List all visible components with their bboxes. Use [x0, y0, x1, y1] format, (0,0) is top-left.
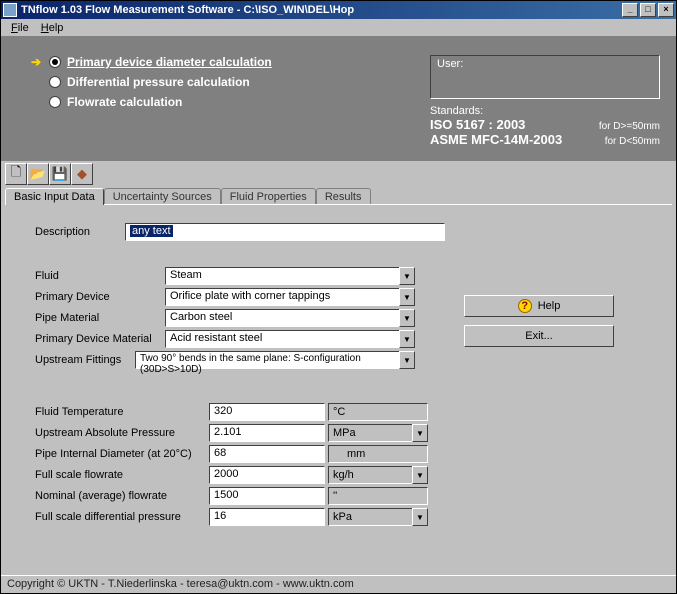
- window-title: TNflow 1.03 Flow Measurement Software - …: [21, 4, 622, 16]
- open-file-button[interactable]: 📂: [27, 163, 49, 185]
- full-scale-flowrate-input[interactable]: 2000: [209, 466, 325, 484]
- tab-uncertainty[interactable]: Uncertainty Sources: [104, 188, 221, 205]
- window-controls: _ □ ×: [622, 3, 674, 17]
- arrow-icon: ➔: [31, 55, 49, 69]
- chevron-down-icon[interactable]: ▼: [412, 508, 428, 526]
- pipe-diameter-label: Pipe Internal Diameter (at 20°C): [35, 448, 209, 460]
- standard-name: ASME MFC-14M-2003: [430, 132, 562, 147]
- upstream-pressure-label: Upstream Absolute Pressure: [35, 427, 209, 439]
- tab-content: Description any text Fluid Steam ▼ Prima…: [5, 204, 672, 575]
- full-scale-flowrate-label: Full scale flowrate: [35, 469, 209, 481]
- mode-panel: ➔ Primary device diameter calculation Di…: [1, 37, 676, 161]
- minimize-button[interactable]: _: [622, 3, 638, 17]
- pipe-material-combo[interactable]: Carbon steel ▼: [165, 309, 415, 327]
- fluid-temperature-label: Fluid Temperature: [35, 406, 209, 418]
- calculation-mode-group: ➔ Primary device diameter calculation Di…: [25, 55, 430, 147]
- help-button[interactable]: ? Help: [464, 295, 614, 317]
- toolbar: 🗋 📂 💾 ◆: [1, 161, 676, 185]
- info-panel: User: Standards: ISO 5167 : 2003 for D>=…: [430, 55, 660, 147]
- chevron-down-icon[interactable]: ▼: [399, 267, 415, 285]
- statusbar: Copyright © UKTN - T.Niederlinska - tere…: [1, 575, 676, 593]
- standard-condition: for D<50mm: [605, 136, 660, 147]
- book-button[interactable]: ◆: [71, 163, 93, 185]
- fluid-label: Fluid: [35, 270, 165, 282]
- book-icon: ◆: [77, 166, 87, 182]
- upstream-fittings-label: Upstream Fittings: [35, 354, 135, 366]
- radio-primary-diameter[interactable]: [49, 56, 61, 68]
- chevron-down-icon[interactable]: ▼: [412, 466, 428, 484]
- tab-fluid-properties[interactable]: Fluid Properties: [221, 188, 316, 205]
- app-window: TNflow 1.03 Flow Measurement Software - …: [0, 0, 677, 594]
- tabbar: Basic Input Data Uncertainty Sources Flu…: [1, 187, 676, 204]
- dp-unit-combo[interactable]: kPa ▼: [328, 508, 428, 526]
- chevron-down-icon[interactable]: ▼: [399, 288, 415, 306]
- primary-device-material-label: Primary Device Material: [35, 333, 165, 345]
- tab-results[interactable]: Results: [316, 188, 371, 205]
- close-button[interactable]: ×: [658, 3, 674, 17]
- pipe-material-label: Pipe Material: [35, 312, 165, 324]
- menu-help[interactable]: Help: [35, 21, 70, 35]
- upstream-pressure-input[interactable]: 2.101: [209, 424, 325, 442]
- pressure-unit-combo[interactable]: MPa ▼: [328, 424, 428, 442]
- standard-condition: for D>=50mm: [599, 121, 660, 132]
- chevron-down-icon[interactable]: ▼: [412, 424, 428, 442]
- standards-label: Standards:: [430, 105, 660, 117]
- description-input[interactable]: any text: [125, 223, 445, 241]
- fluid-temperature-input[interactable]: 320: [209, 403, 325, 421]
- upstream-fittings-combo[interactable]: Two 90° bends in the same plane: S-confi…: [135, 351, 415, 369]
- side-buttons: ? Help Exit...: [464, 295, 614, 355]
- fluid-combo[interactable]: Steam ▼: [165, 267, 415, 285]
- radio-label: Flowrate calculation: [67, 95, 182, 109]
- standard-name: ISO 5167 : 2003: [430, 117, 525, 132]
- new-file-icon: 🗋: [11, 163, 21, 185]
- titlebar: TNflow 1.03 Flow Measurement Software - …: [1, 1, 676, 19]
- radio-label: Differential pressure calculation: [67, 75, 250, 89]
- open-folder-icon: 📂: [30, 166, 46, 182]
- radio-label: Primary device diameter calculation: [67, 55, 272, 69]
- maximize-button[interactable]: □: [640, 3, 656, 17]
- radio-flowrate[interactable]: [49, 96, 61, 108]
- radio-diff-pressure[interactable]: [49, 76, 61, 88]
- full-scale-dp-input[interactable]: 16: [209, 508, 325, 526]
- chevron-down-icon[interactable]: ▼: [399, 309, 415, 327]
- unit-box: mm: [328, 445, 428, 463]
- exit-button[interactable]: Exit...: [464, 325, 614, 347]
- primary-device-combo[interactable]: Orifice plate with corner tappings ▼: [165, 288, 415, 306]
- full-scale-dp-label: Full scale differential pressure: [35, 511, 209, 523]
- save-icon: 💾: [52, 166, 68, 182]
- tab-basic-input[interactable]: Basic Input Data: [5, 188, 104, 205]
- nominal-flowrate-label: Nominal (average) flowrate: [35, 490, 209, 502]
- user-box: User:: [430, 55, 660, 99]
- description-label: Description: [35, 226, 125, 238]
- primary-device-material-combo[interactable]: Acid resistant steel ▼: [165, 330, 415, 348]
- unit-box: °C: [328, 403, 428, 421]
- menu-file[interactable]: File: [5, 21, 35, 35]
- save-button[interactable]: 💾: [49, 163, 71, 185]
- help-icon: ?: [518, 299, 532, 313]
- nominal-flowrate-input[interactable]: 1500: [209, 487, 325, 505]
- user-label: User:: [437, 58, 463, 70]
- pipe-diameter-input[interactable]: 68: [209, 445, 325, 463]
- chevron-down-icon[interactable]: ▼: [399, 330, 415, 348]
- flowrate-unit-combo[interactable]: kg/h ▼: [328, 466, 428, 484]
- chevron-down-icon[interactable]: ▼: [399, 351, 415, 369]
- unit-box: '': [328, 487, 428, 505]
- app-icon: [3, 3, 17, 17]
- new-file-button[interactable]: 🗋: [5, 163, 27, 185]
- menubar: File Help: [1, 19, 676, 37]
- primary-device-label: Primary Device: [35, 291, 165, 303]
